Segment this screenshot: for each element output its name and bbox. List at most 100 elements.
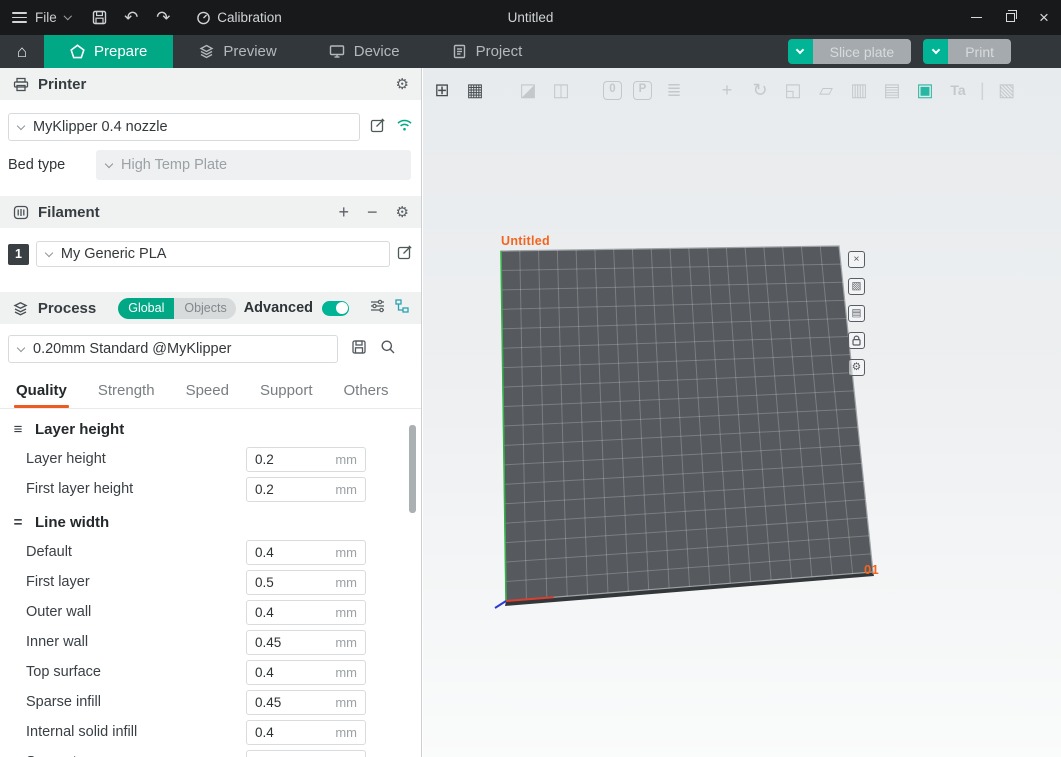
filament-header-label: Filament [38,204,100,221]
param-input[interactable]: 0.4 mm [246,600,366,625]
param-input[interactable]: 0.4mm [246,660,366,685]
slice-dropdown-button[interactable] [788,39,813,64]
sidebar-scrollbar[interactable] [409,425,416,513]
print-button[interactable]: Print [923,39,1011,64]
plate-settings-icon[interactable]: ▧ [848,278,865,295]
titlebar: File ↶ ↷ Calibration Untitled × [0,0,1061,35]
maximize-button[interactable] [993,0,1027,35]
param-input[interactable]: 0.4mm [246,750,366,757]
process-flowchart-icon[interactable] [395,299,409,318]
print-dropdown-button[interactable] [923,39,948,64]
param-value: 0.2 [255,452,274,467]
tab-device[interactable]: Device [303,35,426,68]
process-tab-quality[interactable]: Quality [16,382,67,408]
save-preset-button[interactable] [351,339,367,360]
remove-filament-button[interactable]: − [367,203,378,221]
printer-preset-select[interactable]: MyKlipper 0.4 nozzle [8,113,360,141]
param-value: 0.4 [255,605,274,620]
filament-preset-row: 1 My Generic PLA [0,228,421,280]
prepare-icon [70,44,85,59]
tab-label: Device [354,43,400,60]
toggle-knob [336,302,348,314]
home-button[interactable]: ⌂ [0,35,44,68]
param-value: 0.45 [255,695,281,710]
file-menu-button[interactable]: File [10,0,82,35]
redo-button[interactable]: ↷ [148,0,178,35]
main-tabbar: ⌂ Prepare Preview Device Project Slice p… [0,35,1061,68]
param-label: Internal solid infill [26,724,137,740]
tab-label: Project [476,43,523,60]
bed-type-row: Bed type High Temp Plate [0,145,421,184]
slice-plate-label: Slice plate [813,39,912,64]
slice-plate-button[interactable]: Slice plate [788,39,912,64]
tab-preview[interactable]: Preview [173,35,302,68]
chevron-down-icon [64,12,72,20]
calibration-button[interactable]: Calibration [196,0,282,35]
param-input[interactable]: 0.45 mm [246,690,366,715]
param-label: Sparse infill [26,694,101,710]
file-menu-label: File [35,10,57,25]
bed-type-value: High Temp Plate [121,157,227,173]
param-input[interactable]: 0.2mm [246,477,366,502]
home-icon: ⌂ [17,42,27,62]
param-input[interactable]: 0.5mm [246,570,366,595]
process-tab-others[interactable]: Others [344,382,389,408]
lock-plate-icon[interactable] [848,332,865,349]
save-button[interactable] [84,0,114,35]
minimize-button[interactable] [959,0,993,35]
param-input[interactable]: 0.4mm [246,720,366,745]
delete-plate-icon[interactable]: × [848,251,865,268]
param-value: 0.45 [255,635,281,650]
param-unit: mm [335,695,357,710]
process-preset-select[interactable]: 0.20mm Standard @MyKlipper [8,335,338,363]
search-preset-button[interactable] [380,339,396,360]
printer-header-label: Printer [38,76,86,93]
printer-connection-wifi-icon[interactable] [396,118,413,137]
param-unit: mm [335,545,357,560]
printer-preset-row: MyKlipper 0.4 nozzle [0,100,421,145]
param-label: Layer height [26,451,106,467]
edit-printer-preset-button[interactable] [370,117,386,138]
edit-filament-preset-button[interactable] [397,244,413,265]
tab-project[interactable]: Project [426,35,549,68]
param-input[interactable]: 0.45mm [246,630,366,655]
param-value: 0.4 [255,665,274,680]
build-plate[interactable] [423,68,1061,757]
viewport-3d[interactable]: ⊞▦◪◫0P≣+↻◱▱▥▤▣Ta|▧ Untitled 01 ×▧▤⚙ [423,68,1061,757]
bed-type-label: Bed type [8,157,88,173]
tab-prepare[interactable]: Prepare [44,35,173,68]
advanced-toggle[interactable] [322,301,349,316]
process-tab-speed[interactable]: Speed [186,382,229,408]
redo-icon: ↷ [156,8,170,28]
process-param-tabs: Quality Strength Speed Support Others [0,372,421,409]
plate-gear-icon[interactable]: ⚙ [848,359,865,376]
process-tab-support[interactable]: Support [260,382,313,408]
tune-icon[interactable] [370,299,385,318]
plate-name-icon[interactable]: ▤ [848,305,865,322]
printer-settings-gear-icon[interactable]: ⚙ [396,77,409,92]
printer-section-header: Printer ⚙ [0,68,421,100]
undo-button[interactable]: ↶ [116,0,146,35]
filament-preset-select[interactable]: My Generic PLA [36,241,390,267]
printer-icon [12,75,30,93]
scope-objects-option[interactable]: Objects [174,298,235,319]
scope-global-option[interactable]: Global [118,298,174,319]
process-preset-value: 0.20mm Standard @MyKlipper [33,341,231,357]
filament-slot-number[interactable]: 1 [8,244,29,265]
param-row: Top surface0.4mm [0,657,421,687]
chevron-down-icon [931,46,939,54]
param-unit: mm [335,605,357,620]
param-label: Outer wall [26,604,91,620]
process-section-header: Process Global Objects Advanced [0,292,421,324]
close-button[interactable]: × [1027,0,1061,35]
param-row: Inner wall0.45mm [0,627,421,657]
print-label: Print [948,39,1011,64]
param-input[interactable]: 0.2mm [246,447,366,472]
process-tab-strength[interactable]: Strength [98,382,155,408]
plate-action-buttons: × ▧ ▤ ⚙ [848,251,865,376]
bed-type-select[interactable]: High Temp Plate [96,150,411,180]
plate-name-label[interactable]: Untitled [501,234,550,248]
filament-settings-gear-icon[interactable]: ⚙ [396,205,409,220]
add-filament-button[interactable]: + [339,203,350,221]
param-input[interactable]: 0.4mm [246,540,366,565]
